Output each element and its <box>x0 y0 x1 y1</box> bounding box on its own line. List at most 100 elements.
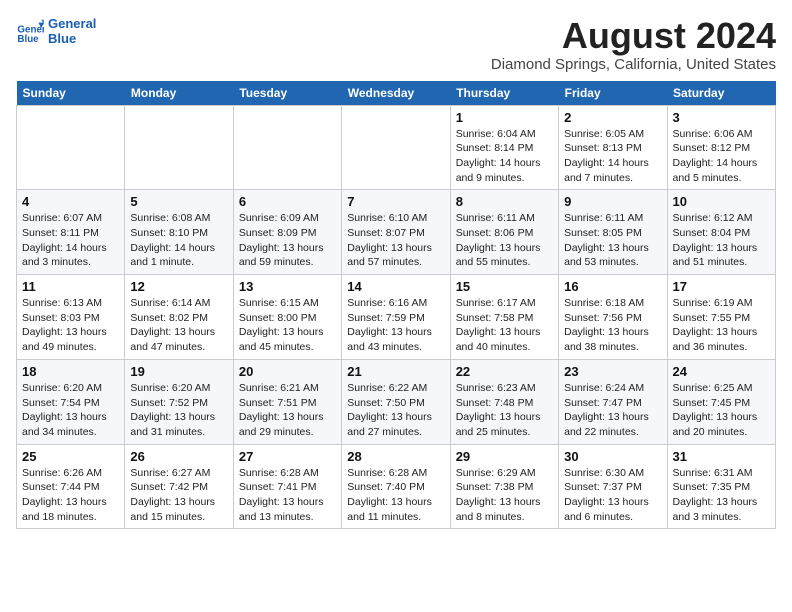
calendar-cell: 16 Sunrise: 6:18 AM Sunset: 7:56 PM Dayli… <box>559 275 667 360</box>
day-number: 14 <box>347 279 444 294</box>
day-info: Sunrise: 6:26 AM Sunset: 7:44 PM Dayligh… <box>22 466 119 525</box>
calendar-cell: 19 Sunrise: 6:20 AM Sunset: 7:52 PM Dayli… <box>125 359 233 444</box>
calendar-cell: 29 Sunrise: 6:29 AM Sunset: 7:38 PM Dayli… <box>450 444 558 529</box>
day-number: 3 <box>673 110 770 125</box>
logo: General Blue General Blue <box>16 16 96 46</box>
day-info: Sunrise: 6:23 AM Sunset: 7:48 PM Dayligh… <box>456 381 553 440</box>
day-info: Sunrise: 6:04 AM Sunset: 8:14 PM Dayligh… <box>456 127 553 186</box>
day-info: Sunrise: 6:17 AM Sunset: 7:58 PM Dayligh… <box>456 296 553 355</box>
day-number: 1 <box>456 110 553 125</box>
day-number: 10 <box>673 194 770 209</box>
calendar-cell: 2 Sunrise: 6:05 AM Sunset: 8:13 PM Daylig… <box>559 105 667 190</box>
weekday-header: Friday <box>559 81 667 106</box>
weekday-header: Tuesday <box>233 81 341 106</box>
day-info: Sunrise: 6:19 AM Sunset: 7:55 PM Dayligh… <box>673 296 770 355</box>
day-info: Sunrise: 6:29 AM Sunset: 7:38 PM Dayligh… <box>456 466 553 525</box>
page-header: General Blue General Blue August 2024 Di… <box>16 16 776 73</box>
day-number: 12 <box>130 279 227 294</box>
calendar-header: SundayMondayTuesdayWednesdayThursdayFrid… <box>17 81 776 106</box>
day-info: Sunrise: 6:20 AM Sunset: 7:54 PM Dayligh… <box>22 381 119 440</box>
svg-text:Blue: Blue <box>17 34 39 45</box>
day-info: Sunrise: 6:20 AM Sunset: 7:52 PM Dayligh… <box>130 381 227 440</box>
calendar-cell: 6 Sunrise: 6:09 AM Sunset: 8:09 PM Daylig… <box>233 190 341 275</box>
weekday-header: Thursday <box>450 81 558 106</box>
logo-line1: General <box>48 16 96 31</box>
calendar-cell <box>342 105 450 190</box>
calendar-cell: 27 Sunrise: 6:28 AM Sunset: 7:41 PM Dayli… <box>233 444 341 529</box>
day-info: Sunrise: 6:22 AM Sunset: 7:50 PM Dayligh… <box>347 381 444 440</box>
calendar-cell: 25 Sunrise: 6:26 AM Sunset: 7:44 PM Dayli… <box>17 444 125 529</box>
day-info: Sunrise: 6:30 AM Sunset: 7:37 PM Dayligh… <box>564 466 661 525</box>
calendar-week: 18 Sunrise: 6:20 AM Sunset: 7:54 PM Dayli… <box>17 359 776 444</box>
calendar-cell: 28Sunrise: 6:28 AM Sunset: 7:40 PM Dayli… <box>342 444 450 529</box>
calendar-cell: 23 Sunrise: 6:24 AM Sunset: 7:47 PM Dayli… <box>559 359 667 444</box>
day-number: 13 <box>239 279 336 294</box>
day-info: Sunrise: 6:16 AM Sunset: 7:59 PM Dayligh… <box>347 296 444 355</box>
day-number: 23 <box>564 364 661 379</box>
day-number: 27 <box>239 449 336 464</box>
calendar-week: 11Sunrise: 6:13 AM Sunset: 8:03 PM Dayli… <box>17 275 776 360</box>
calendar-cell: 31 Sunrise: 6:31 AM Sunset: 7:35 PM Dayli… <box>667 444 775 529</box>
weekday-header: Monday <box>125 81 233 106</box>
calendar-cell: 18 Sunrise: 6:20 AM Sunset: 7:54 PM Dayli… <box>17 359 125 444</box>
day-info: Sunrise: 6:18 AM Sunset: 7:56 PM Dayligh… <box>564 296 661 355</box>
day-number: 5 <box>130 194 227 209</box>
day-number: 16 <box>564 279 661 294</box>
day-info: Sunrise: 6:11 AM Sunset: 8:06 PM Dayligh… <box>456 211 553 270</box>
day-info: Sunrise: 6:21 AM Sunset: 7:51 PM Dayligh… <box>239 381 336 440</box>
day-number: 24 <box>673 364 770 379</box>
day-number: 22 <box>456 364 553 379</box>
calendar-cell: 4Sunrise: 6:07 AM Sunset: 8:11 PM Daylig… <box>17 190 125 275</box>
day-info: Sunrise: 6:05 AM Sunset: 8:13 PM Dayligh… <box>564 127 661 186</box>
calendar-cell: 13 Sunrise: 6:15 AM Sunset: 8:00 PM Dayli… <box>233 275 341 360</box>
logo-icon: General Blue <box>16 17 44 45</box>
calendar-cell: 22 Sunrise: 6:23 AM Sunset: 7:48 PM Dayli… <box>450 359 558 444</box>
calendar-cell: 30 Sunrise: 6:30 AM Sunset: 7:37 PM Dayli… <box>559 444 667 529</box>
calendar-cell: 26Sunrise: 6:27 AM Sunset: 7:42 PM Dayli… <box>125 444 233 529</box>
weekday-header: Saturday <box>667 81 775 106</box>
calendar-cell: 20 Sunrise: 6:21 AM Sunset: 7:51 PM Dayli… <box>233 359 341 444</box>
day-info: Sunrise: 6:15 AM Sunset: 8:00 PM Dayligh… <box>239 296 336 355</box>
day-info: Sunrise: 6:11 AM Sunset: 8:05 PM Dayligh… <box>564 211 661 270</box>
day-info: Sunrise: 6:09 AM Sunset: 8:09 PM Dayligh… <box>239 211 336 270</box>
calendar-cell: 3 Sunrise: 6:06 AM Sunset: 8:12 PM Daylig… <box>667 105 775 190</box>
day-number: 6 <box>239 194 336 209</box>
calendar-cell <box>17 105 125 190</box>
month-title: August 2024 <box>491 16 776 56</box>
day-number: 9 <box>564 194 661 209</box>
day-info: Sunrise: 6:10 AM Sunset: 8:07 PM Dayligh… <box>347 211 444 270</box>
day-info: Sunrise: 6:27 AM Sunset: 7:42 PM Dayligh… <box>130 466 227 525</box>
day-number: 21 <box>347 364 444 379</box>
day-info: Sunrise: 6:24 AM Sunset: 7:47 PM Dayligh… <box>564 381 661 440</box>
day-number: 19 <box>130 364 227 379</box>
day-number: 4 <box>22 194 119 209</box>
calendar-cell: 7Sunrise: 6:10 AM Sunset: 8:07 PM Daylig… <box>342 190 450 275</box>
day-info: Sunrise: 6:12 AM Sunset: 8:04 PM Dayligh… <box>673 211 770 270</box>
logo-line2: Blue <box>48 31 96 46</box>
day-info: Sunrise: 6:06 AM Sunset: 8:12 PM Dayligh… <box>673 127 770 186</box>
calendar-table: SundayMondayTuesdayWednesdayThursdayFrid… <box>16 81 776 530</box>
day-number: 15 <box>456 279 553 294</box>
calendar-cell: 5Sunrise: 6:08 AM Sunset: 8:10 PM Daylig… <box>125 190 233 275</box>
day-info: Sunrise: 6:28 AM Sunset: 7:41 PM Dayligh… <box>239 466 336 525</box>
calendar-week: 4Sunrise: 6:07 AM Sunset: 8:11 PM Daylig… <box>17 190 776 275</box>
calendar-cell: 11Sunrise: 6:13 AM Sunset: 8:03 PM Dayli… <box>17 275 125 360</box>
day-number: 18 <box>22 364 119 379</box>
day-number: 20 <box>239 364 336 379</box>
weekday-header: Wednesday <box>342 81 450 106</box>
day-info: Sunrise: 6:13 AM Sunset: 8:03 PM Dayligh… <box>22 296 119 355</box>
day-number: 31 <box>673 449 770 464</box>
weekday-header: Sunday <box>17 81 125 106</box>
day-number: 8 <box>456 194 553 209</box>
day-info: Sunrise: 6:25 AM Sunset: 7:45 PM Dayligh… <box>673 381 770 440</box>
calendar-cell: 10 Sunrise: 6:12 AM Sunset: 8:04 PM Dayli… <box>667 190 775 275</box>
day-number: 30 <box>564 449 661 464</box>
day-info: Sunrise: 6:28 AM Sunset: 7:40 PM Dayligh… <box>347 466 444 525</box>
location: Diamond Springs, California, United Stat… <box>491 56 776 73</box>
day-number: 25 <box>22 449 119 464</box>
calendar-cell: 9 Sunrise: 6:11 AM Sunset: 8:05 PM Daylig… <box>559 190 667 275</box>
day-number: 29 <box>456 449 553 464</box>
day-info: Sunrise: 6:31 AM Sunset: 7:35 PM Dayligh… <box>673 466 770 525</box>
day-number: 2 <box>564 110 661 125</box>
day-info: Sunrise: 6:14 AM Sunset: 8:02 PM Dayligh… <box>130 296 227 355</box>
